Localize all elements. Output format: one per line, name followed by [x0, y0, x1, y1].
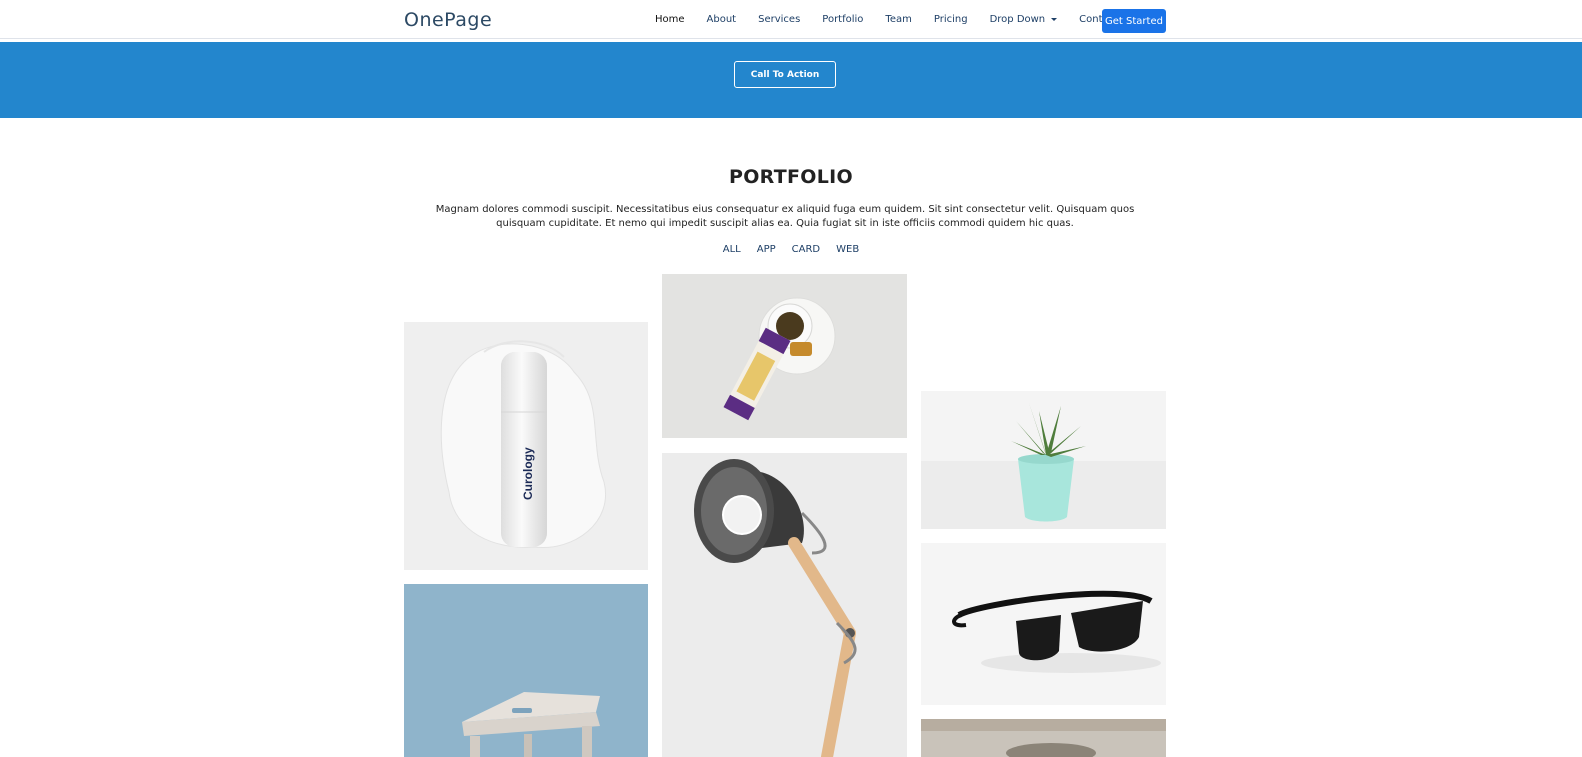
bottle-label-text: Curology [521, 447, 535, 500]
site-header: OnePage Home About Services Portfolio Te… [0, 0, 1582, 39]
sunglasses-image [921, 543, 1166, 705]
call-to-action-button[interactable]: Call To Action [734, 61, 836, 88]
get-started-button[interactable]: Get Started [1102, 9, 1166, 33]
portfolio-item-bottle[interactable]: Curology [404, 322, 648, 570]
nav-dropdown-label: Drop Down [989, 14, 1046, 25]
tea-image [662, 274, 907, 438]
portfolio-description: Magnam dolores commodi suscipit. Necessi… [435, 204, 1135, 229]
portfolio-item-sunglasses[interactable] [921, 543, 1166, 705]
lamp-image [662, 453, 907, 757]
portfolio-filters: ALL APP CARD WEB [0, 244, 1582, 255]
filter-card[interactable]: CARD [792, 244, 820, 255]
filter-all[interactable]: ALL [723, 244, 741, 255]
portfolio-item-plant[interactable] [921, 391, 1166, 529]
filter-web[interactable]: WEB [836, 244, 859, 255]
nav-dropdown[interactable]: Drop Down [990, 14, 1058, 25]
portfolio-item-stool[interactable] [404, 584, 648, 757]
plant-image [921, 391, 1166, 529]
nav-team[interactable]: Team [885, 14, 911, 25]
nav-portfolio[interactable]: Portfolio [822, 14, 863, 25]
nav-pricing[interactable]: Pricing [934, 14, 968, 25]
portfolio-title: PORTFOLIO [729, 166, 853, 188]
filter-app[interactable]: APP [757, 244, 776, 255]
portfolio-item-partial[interactable] [921, 719, 1166, 757]
cta-banner: Call To Action [0, 42, 1582, 118]
stool-image [404, 584, 648, 757]
partial-image [921, 719, 1166, 757]
chevron-down-icon [1051, 18, 1058, 21]
main-nav: Home About Services Portfolio Team Prici… [655, 0, 1140, 39]
site-logo[interactable]: OnePage [404, 9, 492, 31]
nav-home[interactable]: Home [655, 14, 685, 25]
nav-about[interactable]: About [707, 14, 737, 25]
bottle-image: Curology [404, 322, 648, 570]
portfolio-item-tea[interactable] [662, 274, 907, 438]
nav-services[interactable]: Services [758, 14, 800, 25]
portfolio-item-lamp[interactable] [662, 453, 907, 757]
